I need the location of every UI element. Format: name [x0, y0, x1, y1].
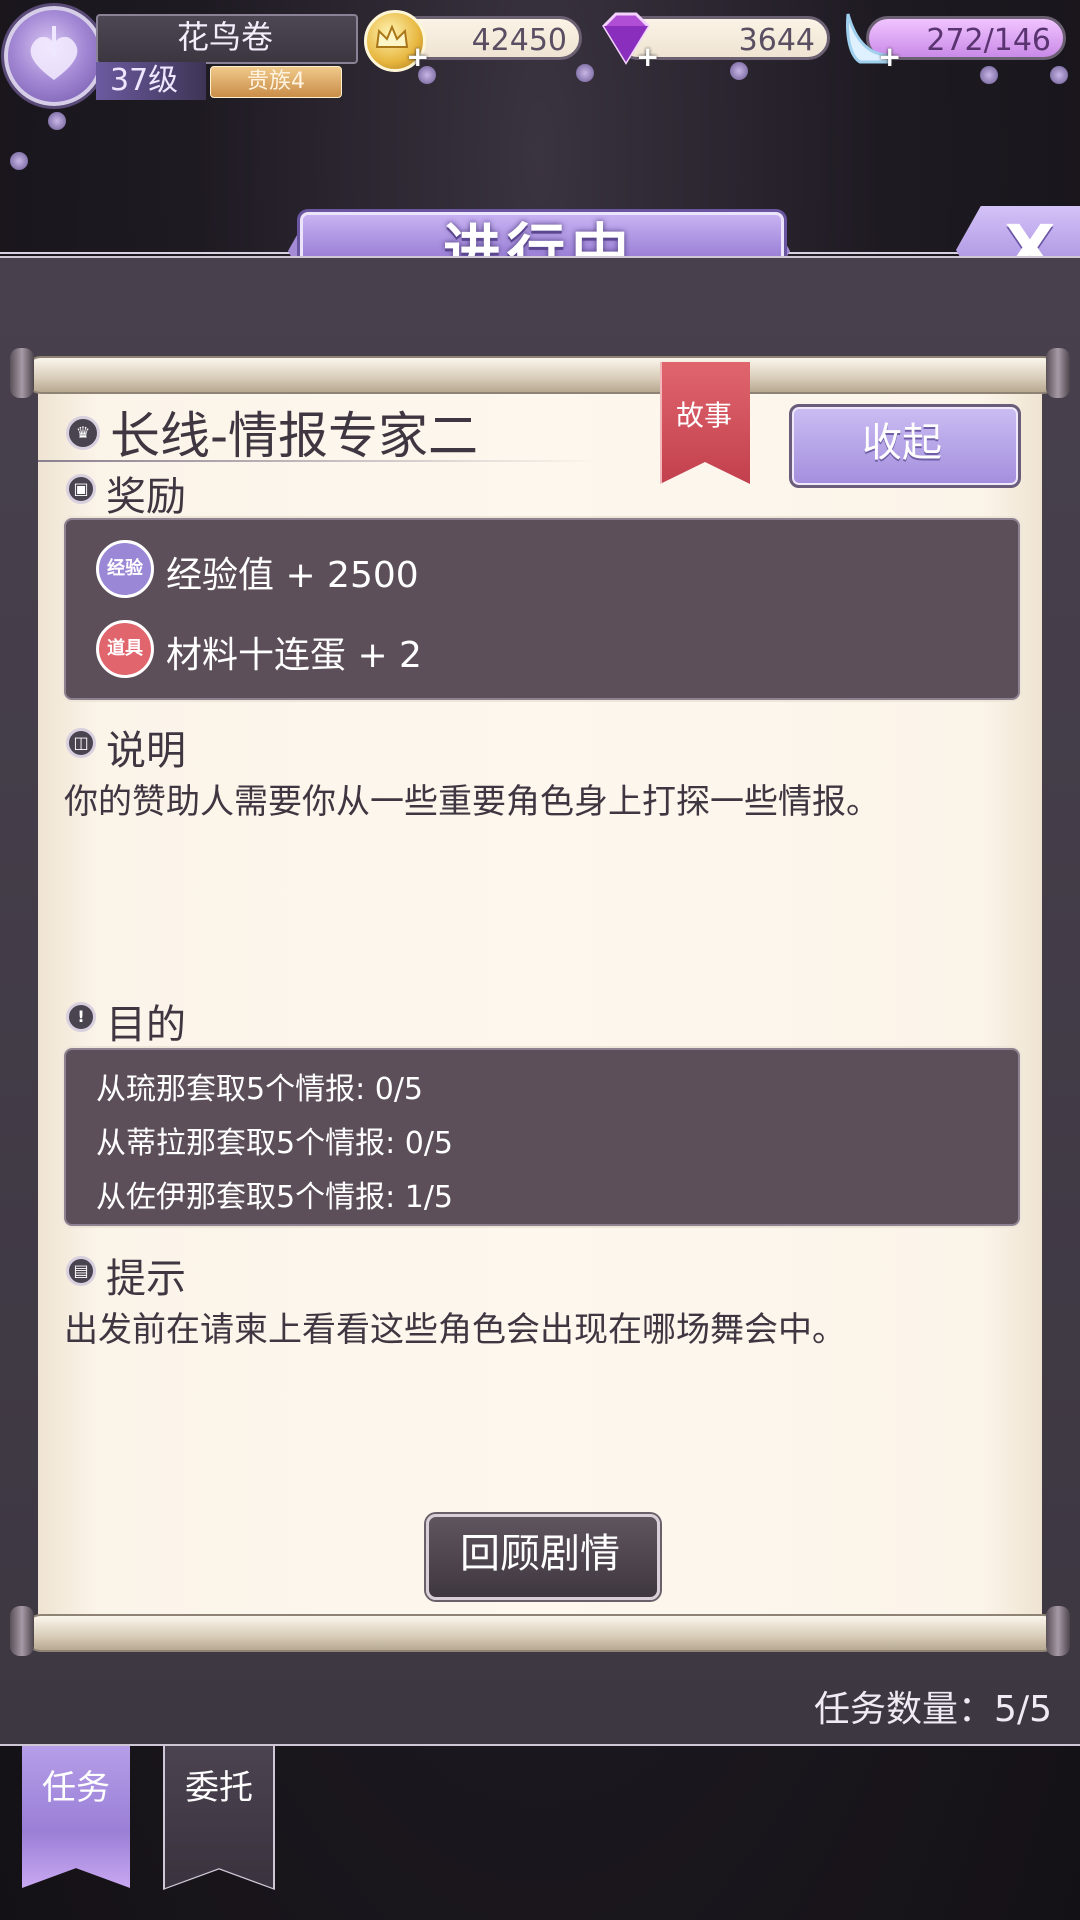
quest-title: 长线-情报专家二 [110, 407, 479, 465]
rose-decoration-icon [10, 152, 28, 170]
goal-heading: 目的 [106, 1002, 186, 1048]
tab-tasks-label[interactable]: 任务 [22, 1760, 130, 1809]
story-tag: 故事 [675, 399, 732, 432]
reward-item: 材料十连蛋 + 2 [166, 635, 422, 676]
scroll-top-left-cap [10, 348, 34, 398]
rose-decoration-icon [576, 64, 594, 82]
rose-decoration-icon [418, 66, 436, 84]
tab-commission-label[interactable]: 委托 [165, 1760, 273, 1809]
collapse-button-label[interactable]: 收起 [789, 404, 1015, 482]
heart-icon [30, 26, 78, 80]
top-status-bar: 花鸟卷 37级 贵族4 42450 + 3644 + 272/146 + [0, 0, 1080, 170]
scroll-top-rod [24, 356, 1060, 394]
gift-icon: ▣ [66, 474, 96, 504]
task-count: 任务数量：5/5 [814, 1689, 1052, 1730]
player-level: 37级 [110, 63, 179, 98]
player-name: 花鸟卷 [176, 18, 273, 56]
add-gems-plus-icon[interactable]: + [636, 43, 659, 71]
add-coins-plus-icon[interactable]: + [406, 43, 429, 71]
reward-heading: 奖励 [106, 474, 186, 520]
description-heading: 说明 [106, 728, 186, 774]
hint-heading: 提示 [106, 1256, 186, 1302]
noble-rank-badge[interactable]: 贵族4 [210, 66, 342, 98]
player-avatar[interactable] [4, 6, 104, 106]
reward-exp: 经验值 + 2500 [166, 555, 419, 596]
scroll-bottom-rod [24, 1614, 1060, 1652]
book-icon: ◫ [66, 728, 96, 758]
exclamation-icon: ! [66, 1002, 96, 1032]
goal-item: 从蒂拉那套取5个情报: 0/5 [96, 1126, 454, 1161]
goal-item: 从佐伊那套取5个情报: 1/5 [96, 1180, 454, 1215]
hint-icon: ▤ [66, 1256, 96, 1286]
exp-badge-icon: 经验 [96, 540, 154, 598]
hint-text: 出发前在请柬上看看这些角色会出现在哪场舞会中。 [64, 1310, 846, 1350]
rose-decoration-icon [730, 62, 748, 80]
rose-decoration-icon [1050, 66, 1068, 84]
add-stamina-plus-icon[interactable]: + [878, 43, 901, 71]
scroll-top-right-cap [1046, 348, 1070, 398]
scroll-bottom-right-cap [1046, 1606, 1070, 1656]
review-story-label[interactable]: 回顾剧情 [426, 1514, 654, 1594]
goal-item: 从琉那套取5个情报: 0/5 [96, 1072, 424, 1107]
rose-decoration-icon [980, 66, 998, 84]
title-underline [38, 460, 598, 462]
rose-decoration-icon [48, 112, 66, 130]
scroll-bottom-left-cap [10, 1606, 34, 1656]
crown-icon: ♛ [66, 416, 100, 450]
item-badge-icon: 道具 [96, 620, 154, 678]
description-text: 你的赞助人需要你从一些重要角色身上打探一些情报。 [64, 782, 880, 822]
